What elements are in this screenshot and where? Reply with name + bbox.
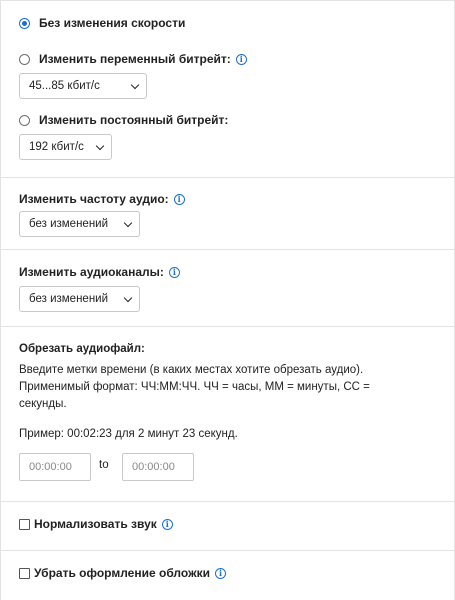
chevron-down-icon (130, 80, 140, 89)
cover-checkbox[interactable] (19, 567, 30, 579)
radio-variable-bitrate-label: Изменить переменный битрейт: (39, 52, 231, 66)
cover-row[interactable]: Убрать оформление обложки i (19, 566, 226, 580)
variable-bitrate-select[interactable]: 45...85 кбит/с (19, 73, 147, 99)
frequency-label: Изменить частоту аудио: (19, 192, 169, 206)
frequency-select[interactable]: без изменений (19, 211, 140, 237)
channels-label-row: Изменить аудиоканалы: i (19, 265, 180, 279)
radio-row-no-change[interactable]: Без изменения скорости (19, 16, 185, 30)
constant-bitrate-value: 192 кбит/с (29, 141, 84, 153)
audio-options-panel: Без изменения скорости Изменить переменн… (0, 0, 455, 600)
trim-description-3: секунды. (19, 398, 67, 410)
trim-to-label: to (99, 459, 109, 471)
radio-variable-bitrate[interactable] (19, 53, 30, 65)
trim-description-2: Применимый формат: ЧЧ:ММ:ЧЧ. ЧЧ = часы, … (19, 381, 370, 393)
radio-no-change-label: Без изменения скорости (39, 16, 186, 30)
normalize-label: Нормализовать звук (34, 517, 157, 531)
chevron-down-icon (123, 293, 133, 302)
trim-start-input[interactable] (19, 453, 91, 481)
radio-no-change[interactable] (19, 17, 30, 29)
chevron-down-icon (123, 218, 133, 227)
radio-row-variable-bitrate[interactable]: Изменить переменный битрейт: i (19, 52, 247, 66)
info-icon[interactable]: i (168, 266, 180, 278)
info-icon[interactable]: i (161, 518, 173, 530)
frequency-section: Изменить частоту аудио: i без изменений (1, 178, 454, 250)
trim-end-input[interactable] (122, 453, 194, 481)
frequency-label-row: Изменить частоту аудио: i (19, 192, 185, 206)
trim-example: Пример: 00:02:23 для 2 минут 23 секунд. (19, 428, 238, 440)
constant-bitrate-select[interactable]: 192 кбит/с (19, 134, 112, 160)
channels-section: Изменить аудиоканалы: i без изменений (1, 250, 454, 327)
info-icon[interactable]: i (214, 567, 226, 579)
normalize-row[interactable]: Нормализовать звук i (19, 517, 173, 531)
radio-row-constant-bitrate[interactable]: Изменить постоянный битрейт: (19, 113, 228, 127)
chevron-down-icon (95, 141, 105, 150)
radio-constant-bitrate-label: Изменить постоянный битрейт: (39, 113, 229, 127)
channels-select[interactable]: без изменений (19, 286, 140, 312)
trim-label: Обрезать аудиофайл: (19, 343, 145, 355)
info-icon[interactable]: i (173, 193, 185, 205)
normalize-checkbox[interactable] (19, 518, 30, 530)
bitrate-section: Без изменения скорости Изменить переменн… (1, 1, 454, 178)
variable-bitrate-value: 45...85 кбит/с (29, 80, 100, 92)
frequency-value: без изменений (29, 218, 109, 230)
info-icon[interactable]: i (235, 53, 247, 65)
trim-section: Обрезать аудиофайл: Введите метки времен… (1, 327, 454, 502)
cover-label: Убрать оформление обложки (34, 566, 210, 580)
radio-constant-bitrate[interactable] (19, 114, 30, 126)
channels-value: без изменений (29, 293, 109, 305)
normalize-section: Нормализовать звук i (1, 502, 454, 551)
cover-section: Убрать оформление обложки i (1, 551, 454, 600)
channels-label: Изменить аудиоканалы: (19, 265, 164, 279)
trim-description-1: Введите метки времени (в каких местах хо… (19, 364, 364, 376)
